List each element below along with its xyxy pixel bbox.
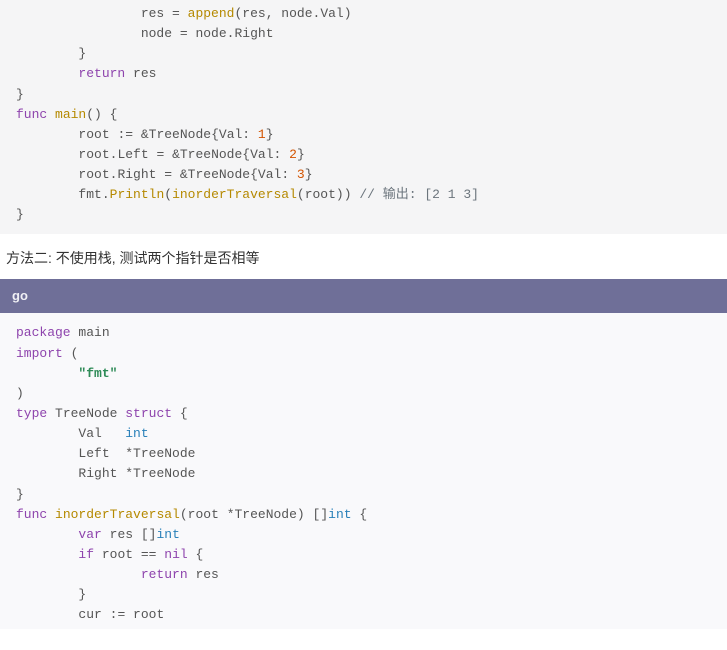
code-line: return res	[0, 64, 727, 84]
code-line: root.Left = &TreeNode{Val: 2}	[0, 145, 727, 165]
code-line: Right *TreeNode	[0, 464, 727, 484]
code-line: func main() {	[0, 105, 727, 125]
code-line: res = append(res, node.Val)	[0, 4, 727, 24]
code-line: fmt.Println(inorderTraversal(root)) // 输…	[0, 185, 727, 205]
code-line: Left *TreeNode	[0, 444, 727, 464]
code-line: }	[0, 205, 727, 225]
code-line: }	[0, 44, 727, 64]
code-line: package main	[0, 323, 727, 343]
code-line: root := &TreeNode{Val: 1}	[0, 125, 727, 145]
code-line: cur := root	[0, 605, 727, 625]
code-line: func inorderTraversal(root *TreeNode) []…	[0, 505, 727, 525]
method-two-heading: 方法二: 不使用栈, 测试两个指针是否相等	[0, 248, 727, 270]
code-block-top: res = append(res, node.Val) node = node.…	[0, 0, 727, 234]
code-line: }	[0, 85, 727, 105]
code-line: return res	[0, 565, 727, 585]
code-line: )	[0, 384, 727, 404]
code-block-bottom: package mainimport ( "fmt")type TreeNode…	[0, 313, 727, 629]
code-line: type TreeNode struct {	[0, 404, 727, 424]
code-line: if root == nil {	[0, 545, 727, 565]
code-line: var res []int	[0, 525, 727, 545]
code-line: root.Right = &TreeNode{Val: 3}	[0, 165, 727, 185]
code-line: import (	[0, 344, 727, 364]
code-line: "fmt"	[0, 364, 727, 384]
code-line: node = node.Right	[0, 24, 727, 44]
code-line: Val int	[0, 424, 727, 444]
language-header: go	[0, 279, 727, 313]
code-line: }	[0, 485, 727, 505]
code-line: }	[0, 585, 727, 605]
